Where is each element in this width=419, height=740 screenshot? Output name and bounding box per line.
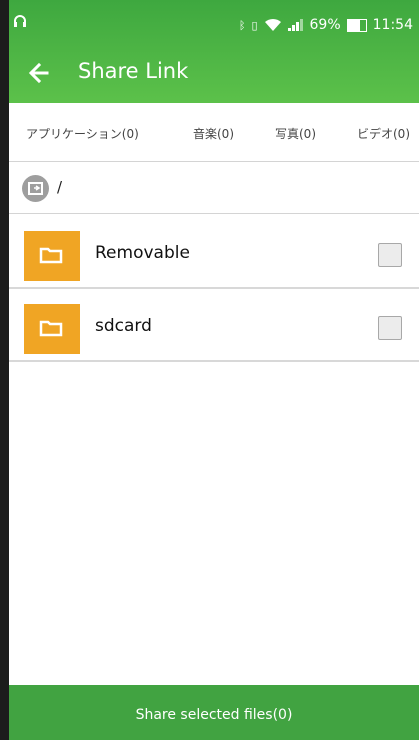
- folder-icon: [24, 231, 80, 281]
- breadcrumb: /: [9, 162, 419, 214]
- app-screen: ᛒ ▯ 69% 11:54 Share Link アプリケーション(0) 音楽(…: [9, 0, 419, 740]
- file-name: sdcard: [95, 316, 152, 336]
- app-bar: ᛒ ▯ 69% 11:54 Share Link: [9, 0, 419, 103]
- select-checkbox[interactable]: [378, 316, 402, 340]
- clock: 11:54: [372, 17, 413, 33]
- share-selected-button[interactable]: Share selected files(0): [9, 685, 419, 740]
- toolbar: Share Link: [9, 55, 419, 91]
- headphones-icon: [14, 15, 26, 27]
- tab-photos[interactable]: 写真(0): [275, 125, 316, 142]
- tab-applications[interactable]: アプリケーション(0): [26, 125, 139, 142]
- status-bar: ᛒ ▯ 69% 11:54: [9, 0, 419, 40]
- battery-percent: 69%: [309, 17, 341, 33]
- tab-music[interactable]: 音楽(0): [193, 125, 234, 142]
- category-tabs: アプリケーション(0) 音楽(0) 写真(0) ビデオ(0): [9, 103, 419, 162]
- folder-icon: [24, 304, 80, 354]
- status-right: ᛒ ▯ 69% 11:54: [239, 17, 413, 33]
- file-name: Removable: [95, 243, 190, 263]
- path-label: /: [57, 178, 63, 196]
- bluetooth-icon: ᛒ: [238, 18, 246, 32]
- battery-icon: [346, 18, 367, 32]
- arrow-left-icon[interactable]: [25, 59, 53, 87]
- page-title: Share Link: [78, 59, 189, 83]
- list-item[interactable]: sdcard: [9, 288, 419, 362]
- storage-icon[interactable]: [22, 175, 49, 202]
- vibrate-icon: ▯: [251, 18, 258, 32]
- list-item[interactable]: Removable: [9, 215, 419, 289]
- wifi-icon: [264, 18, 281, 31]
- select-checkbox[interactable]: [378, 243, 402, 267]
- tab-videos[interactable]: ビデオ(0): [357, 125, 410, 142]
- signal-icon: [287, 19, 303, 31]
